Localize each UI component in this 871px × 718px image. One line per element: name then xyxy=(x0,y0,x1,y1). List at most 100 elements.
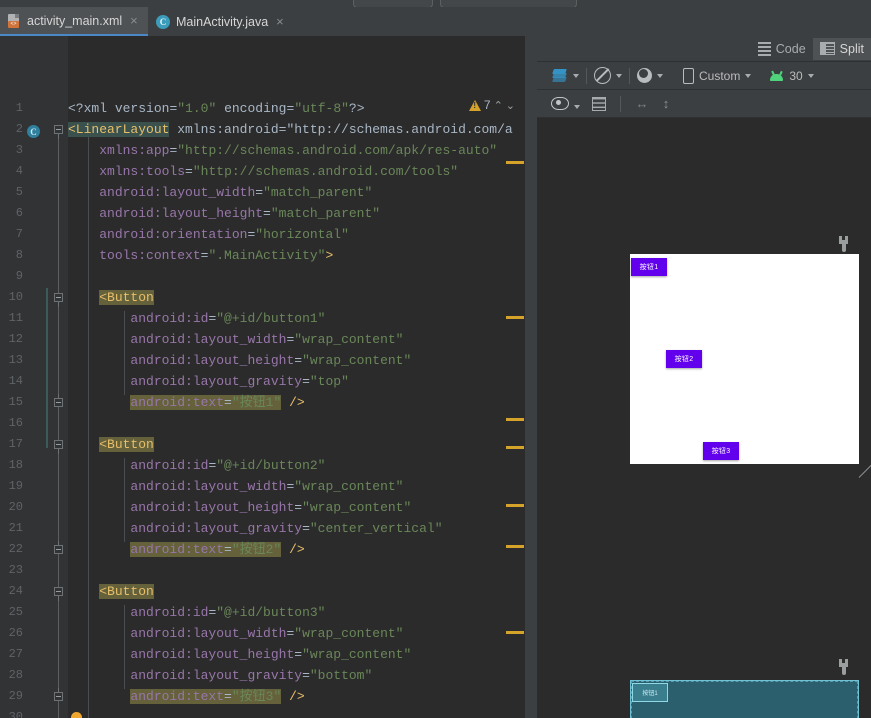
xml-root-marker-icon[interactable]: C xyxy=(27,125,40,138)
editor-tab-bar: <> activity_main.xml × C MainActivity.ja… xyxy=(0,7,871,36)
mode-split-button[interactable]: Split xyxy=(812,37,871,60)
code-line[interactable]: <Button xyxy=(68,287,537,308)
tab-label: MainActivity.java xyxy=(176,14,269,29)
line-number: 21 xyxy=(8,521,23,535)
code-line[interactable]: android:layout_height="match_parent" xyxy=(68,203,537,224)
close-icon[interactable]: × xyxy=(130,13,138,28)
chevron-up-icon[interactable]: ⌃ xyxy=(494,99,503,112)
tab-activity-main-xml[interactable]: <> activity_main.xml × xyxy=(0,7,148,36)
line-number: 10 xyxy=(8,290,23,304)
code-fold-toggle[interactable] xyxy=(54,125,63,139)
warning-marker[interactable] xyxy=(506,418,524,421)
tab-mainactivity-java[interactable]: C MainActivity.java × xyxy=(148,7,290,36)
code-line[interactable]: <LinearLayout xmlns:android="http://sche… xyxy=(68,119,537,140)
code-line[interactable]: android:text="按钮2" /> xyxy=(68,539,537,560)
blueprint-render-preview[interactable]: 按钮1 xyxy=(630,680,859,718)
chevron-down-icon xyxy=(657,73,663,78)
inspection-warning-indicator[interactable]: 7 ⌃ ⌄ xyxy=(468,98,515,112)
line-number: 18 xyxy=(8,458,23,472)
design-surface[interactable]: 按钮1 按钮2 按钮3 按钮1 https://blog.csd xyxy=(537,118,871,718)
warning-marker[interactable] xyxy=(506,446,524,449)
warning-marker[interactable] xyxy=(506,631,524,634)
code-fold-toggle[interactable] xyxy=(54,293,63,307)
chevron-down-icon[interactable]: ⌄ xyxy=(506,99,515,112)
color-blind-icon xyxy=(637,68,652,83)
code-line[interactable] xyxy=(68,560,537,581)
code-line[interactable]: android:layout_width="match_parent" xyxy=(68,182,537,203)
theme-button[interactable] xyxy=(587,64,629,88)
code-fold-toggle[interactable] xyxy=(54,394,63,407)
code-lines-icon xyxy=(757,41,771,56)
code-line[interactable]: android:id="@+id/button3" xyxy=(68,602,537,623)
warning-marker[interactable] xyxy=(506,161,524,164)
layers-button[interactable] xyxy=(545,64,586,88)
code-line[interactable]: android:orientation="horizontal" xyxy=(68,224,537,245)
design-preview-pane[interactable]: Custom 30 ↔ ↕ 按钮1 按钮2 按钮3 按钮1 xyxy=(537,62,871,718)
preview-button-3[interactable]: 按钮3 xyxy=(703,442,739,460)
preview-button-2[interactable]: 按钮2 xyxy=(666,350,702,368)
color-blind-button[interactable] xyxy=(630,64,670,88)
code-line[interactable]: android:layout_height="wrap_content" xyxy=(68,350,537,371)
code-line[interactable]: android:layout_gravity="top" xyxy=(68,371,537,392)
mode-code-button[interactable]: Code xyxy=(751,38,813,60)
line-number: 6 xyxy=(15,206,23,220)
code-fold-toggle[interactable] xyxy=(54,440,63,454)
chevron-down-icon xyxy=(807,73,814,78)
warning-marker[interactable] xyxy=(506,545,524,548)
java-class-icon: C xyxy=(156,14,170,29)
layout-rows-button[interactable] xyxy=(588,92,610,116)
code-line[interactable] xyxy=(68,413,537,434)
mode-code-label: Code xyxy=(775,41,806,56)
code-line[interactable]: android:id="@+id/button1" xyxy=(68,308,537,329)
editor-gutter[interactable]: C 1 2 3 4 5 6 7 8 9 10 11 12 13 14 15 16 17 18 19 20 21 22 23 2… xyxy=(0,36,82,718)
code-line[interactable]: android:text="按钮3" /> xyxy=(68,686,537,707)
preview-button-1[interactable]: 按钮1 xyxy=(631,258,667,276)
code-line[interactable]: android:layout_width="wrap_content" xyxy=(68,476,537,497)
design-settings-wrench-icon[interactable] xyxy=(837,236,850,252)
code-line[interactable]: xmlns:tools="http://schemas.android.com/… xyxy=(68,161,537,182)
code-line[interactable]: android:id="@+id/button2" xyxy=(68,455,537,476)
warning-marker[interactable] xyxy=(506,504,524,507)
code-fold-toggle[interactable] xyxy=(54,541,63,554)
line-number: 23 xyxy=(8,563,23,577)
api-level-selector[interactable]: 30 xyxy=(762,64,820,88)
android-api-icon xyxy=(769,70,784,81)
vertical-resize-button[interactable]: ↕ xyxy=(657,92,675,116)
code-line[interactable] xyxy=(68,266,537,287)
tab-label: activity_main.xml xyxy=(27,13,123,28)
theme-icon xyxy=(594,67,611,84)
code-line[interactable]: <Button xyxy=(68,581,537,602)
view-options-button[interactable] xyxy=(547,92,584,116)
code-line[interactable]: <Button xyxy=(68,434,537,455)
close-icon[interactable]: × xyxy=(276,14,284,29)
blueprint-button-1[interactable]: 按钮1 xyxy=(632,683,668,702)
code-line[interactable]: android:text="按钮1" /> xyxy=(68,392,537,413)
code-fold-toggle[interactable] xyxy=(54,587,63,601)
code-text-area[interactable]: <?xml version="1.0" encoding="utf-8"?> <L… xyxy=(68,36,537,718)
code-line[interactable]: android:layout_gravity="bottom" xyxy=(68,665,537,686)
code-line[interactable]: android:layout_height="wrap_content" xyxy=(68,644,537,665)
code-line[interactable] xyxy=(68,707,537,718)
horizontal-resize-button[interactable]: ↔ xyxy=(631,92,653,116)
api-level-label: 30 xyxy=(789,68,803,83)
code-editor[interactable]: C 1 2 3 4 5 6 7 8 9 10 11 12 13 14 15 16 17 18 19 20 21 22 23 2… xyxy=(0,36,537,718)
error-stripe-markers[interactable] xyxy=(500,96,525,718)
code-fold-toggle[interactable] xyxy=(54,688,63,701)
code-line[interactable]: android:layout_width="wrap_content" xyxy=(68,623,537,644)
editor-scroll-gutter[interactable] xyxy=(525,36,537,718)
code-line[interactable]: android:layout_height="wrap_content" xyxy=(68,497,537,518)
warning-triangle-icon xyxy=(468,99,481,111)
code-line[interactable]: tools:context=".MainActivity"> xyxy=(68,245,537,266)
device-selector[interactable]: Custom xyxy=(676,64,758,88)
code-line[interactable]: android:layout_gravity="center_vertical" xyxy=(68,518,537,539)
device-render-preview[interactable]: 按钮1 按钮2 按钮3 xyxy=(630,254,859,464)
device-resize-handle[interactable] xyxy=(859,464,871,480)
code-line[interactable]: <?xml version="1.0" encoding="utf-8"?> xyxy=(68,98,537,119)
code-line[interactable]: android:layout_width="wrap_content" xyxy=(68,329,537,350)
blueprint-settings-wrench-icon[interactable] xyxy=(837,659,850,675)
line-number: 26 xyxy=(8,626,23,640)
design-view-options-toolbar: ↔ ↕ xyxy=(537,90,871,118)
code-line[interactable]: xmlns:app="http://schemas.android.com/ap… xyxy=(68,140,537,161)
blueprint-button-label: 按钮1 xyxy=(642,691,658,697)
warning-marker[interactable] xyxy=(506,316,524,319)
